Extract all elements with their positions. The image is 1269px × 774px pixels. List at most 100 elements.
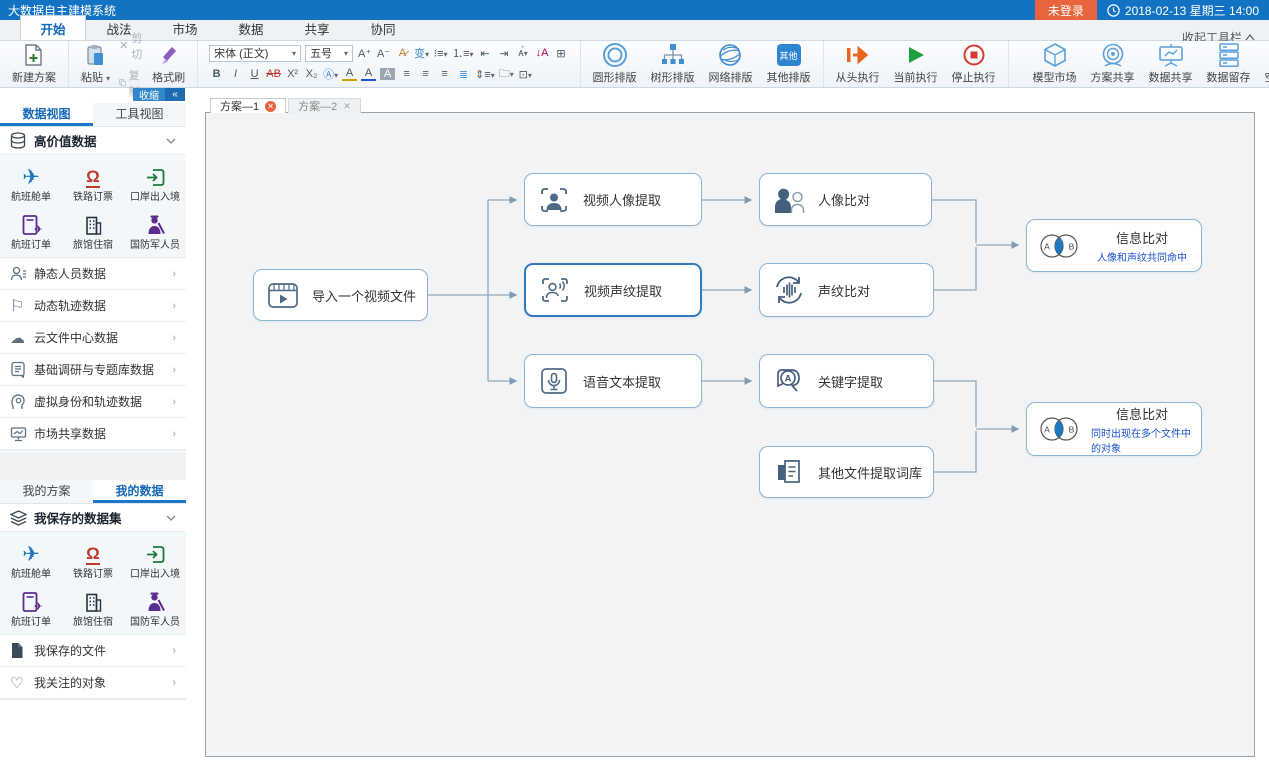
underline-button[interactable]: U	[247, 68, 262, 80]
tab-data-view[interactable]: 数据视图	[0, 103, 93, 126]
close-icon[interactable]: ✕	[343, 101, 351, 112]
indent-decrease-icon[interactable]: ⇤	[478, 47, 493, 60]
dataset-flight-order[interactable]: ✈航班订单	[0, 583, 62, 631]
subscript-button[interactable]: X₂	[304, 68, 319, 80]
tab-my-plans[interactable]: 我的方案	[0, 480, 93, 503]
model-market-button[interactable]: 模型市场	[1026, 42, 1084, 86]
dataset-military-personnel[interactable]: 国防军人员	[124, 583, 186, 631]
highlight-color-button[interactable]: A	[342, 67, 357, 81]
sidebar-panel-gap	[0, 452, 186, 480]
superscript-button[interactable]: X²	[285, 68, 300, 80]
format-painter-button[interactable]: 格式刷	[145, 42, 192, 86]
menu-tab-market[interactable]: 市场	[152, 15, 218, 40]
node-keyword-extract[interactable]: A 关键字提取	[759, 354, 934, 408]
paste-button[interactable]: 粘贴 ▾	[74, 42, 117, 86]
heart-icon: ♡	[10, 674, 23, 692]
menu-tab-collab[interactable]: 协同	[350, 15, 416, 40]
align-right-icon[interactable]: ≡	[437, 68, 452, 80]
menu-tab-data[interactable]: 数据	[218, 15, 284, 40]
node-video-voiceprint-extract[interactable]: 视频声纹提取	[524, 263, 702, 317]
section-high-value-data[interactable]: 高价值数据	[0, 127, 186, 155]
data-retention-button[interactable]: 数据留存	[1200, 42, 1258, 86]
indent-increase-icon[interactable]: ⇥	[497, 47, 512, 60]
text-effect-icon[interactable]: Ⓐ▾	[323, 66, 338, 82]
space-manage-button[interactable]: 空间管理	[1258, 42, 1269, 86]
list-item-dynamic-track-data[interactable]: ⚐ 动态轨迹数据›	[0, 290, 186, 322]
tree-layout-button[interactable]: 树形排版	[644, 42, 702, 86]
char-shade-icon[interactable]: A	[380, 68, 395, 80]
tab-my-data[interactable]: 我的数据	[93, 480, 186, 503]
list-item-my-saved-files[interactable]: 我保存的文件›	[0, 635, 186, 667]
list-item-survey-thematic-data[interactable]: 基础调研与专题库数据›	[0, 354, 186, 386]
node-import-video[interactable]: 导入一个视频文件	[253, 269, 428, 321]
dataset-hotel-stay[interactable]: 旅馆住宿	[62, 583, 124, 631]
line-spacing-icon[interactable]: ⇕≡▾	[475, 68, 495, 81]
stop-button[interactable]: 停止执行	[945, 42, 1003, 86]
dataset-military-personnel[interactable]: 国防军人员	[124, 206, 186, 254]
font-name-select[interactable]: 宋体 (正文)▾	[209, 45, 301, 62]
align-left-icon[interactable]: ≡	[399, 68, 414, 80]
flow-canvas[interactable]: 导入一个视频文件 视频人像提取 视频声纹提取 语音文本提取 人像比对 声纹比对 …	[205, 112, 1255, 757]
run-current-button[interactable]: 当前执行	[887, 42, 945, 86]
circle-layout-button[interactable]: 圆形排版	[586, 42, 644, 86]
node-info-compare-bottom[interactable]: AB 信息比对 同时出现在多个文件中的对象	[1026, 402, 1202, 456]
dataset-flight-manifest[interactable]: ✈航班舱单	[0, 535, 62, 583]
dataset-flight-manifest[interactable]: ✈航班舱单	[0, 158, 62, 206]
cut-button[interactable]: ✕剪切	[117, 29, 145, 63]
collapse-left-icon: «	[165, 88, 185, 101]
network-layout-button[interactable]: 网络排版	[702, 42, 760, 86]
section-my-saved-datasets[interactable]: 我保存的数据集	[0, 504, 186, 532]
font-size-select[interactable]: 五号▾	[305, 45, 353, 62]
list-item-cloud-file-data[interactable]: ☁ 云文件中心数据›	[0, 322, 186, 354]
dataset-border-entry[interactable]: 口岸出入境	[124, 535, 186, 583]
font-color-button[interactable]: A	[361, 67, 376, 81]
italic-button[interactable]: I	[228, 68, 243, 80]
node-face-compare[interactable]: 人像比对	[759, 173, 932, 226]
char-scale-icon[interactable]: ᴀ́▾	[516, 47, 531, 59]
network-layout-icon	[717, 42, 745, 68]
new-plan-button[interactable]: 新建方案	[5, 42, 63, 86]
list-item-virtual-identity-data[interactable]: 虚拟身份和轨迹数据›	[0, 386, 186, 418]
align-center-icon[interactable]: ≡	[418, 68, 433, 80]
menu-tab-share[interactable]: 共享	[284, 15, 350, 40]
list-item-static-person-data[interactable]: 静态人员数据›	[0, 258, 186, 290]
login-status-badge[interactable]: 未登录	[1035, 0, 1097, 20]
list-item-market-shared-data[interactable]: 市场共享数据›	[0, 418, 186, 450]
node-video-face-extract[interactable]: 视频人像提取	[524, 173, 702, 226]
sort-icon[interactable]: ↓A	[535, 47, 550, 59]
dataset-hotel-stay[interactable]: 旅馆住宿	[62, 206, 124, 254]
close-icon[interactable]: ✕	[265, 101, 276, 112]
border-icon[interactable]: ⊡▾	[518, 68, 533, 81]
font-increase-icon[interactable]: A⁺	[357, 47, 372, 60]
phonetic-icon[interactable]: 变▾	[414, 45, 429, 61]
dataset-rail-ticket[interactable]: Ω铁路订票	[62, 535, 124, 583]
number-list-icon[interactable]: ⒈≡▾	[452, 45, 473, 61]
dataset-rail-ticket[interactable]: Ω铁路订票	[62, 158, 124, 206]
align-justify-icon[interactable]: ≣	[456, 68, 471, 81]
node-info-compare-top[interactable]: AB 信息比对 人像和声纹共同命中	[1026, 219, 1202, 272]
strikethrough-button[interactable]: AB	[266, 68, 281, 80]
list-item-my-followed-objects[interactable]: ♡ 我关注的对象›	[0, 667, 186, 699]
node-voiceprint-compare[interactable]: 声纹比对	[759, 263, 934, 317]
para-mark-icon[interactable]: ⊞	[554, 47, 569, 60]
data-share-button[interactable]: 数据共享	[1142, 42, 1200, 86]
plan-share-button[interactable]: 方案共享	[1084, 42, 1142, 86]
clear-format-icon[interactable]: A̷	[395, 47, 410, 59]
node-speech-text-extract[interactable]: 语音文本提取	[524, 354, 702, 408]
run-from-start-button[interactable]: 从头执行	[829, 42, 887, 86]
dataset-stack-icon	[10, 510, 27, 526]
tab-tool-view[interactable]: 工具视图	[93, 103, 186, 126]
menu-tab-start[interactable]: 开始	[20, 15, 86, 40]
bullet-list-icon[interactable]: ⁝≡▾	[433, 47, 448, 60]
shading-icon[interactable]: 🗀▾	[499, 65, 514, 84]
other-layout-button[interactable]: 其他 其他排版	[760, 42, 818, 86]
bold-button[interactable]: B	[209, 68, 224, 80]
sidebar-collapse-button[interactable]: 收缩 «	[133, 88, 185, 101]
font-decrease-icon[interactable]: A⁻	[376, 47, 391, 60]
dataset-flight-order[interactable]: ✈航班订单	[0, 206, 62, 254]
doc-tab-plan-1[interactable]: 方案—1 ✕	[210, 98, 286, 113]
dataset-border-entry[interactable]: 口岸出入境	[124, 158, 186, 206]
node-other-files-lexicon[interactable]: 其他文件提取词库	[759, 446, 934, 498]
doc-tab-plan-2[interactable]: 方案—2 ✕	[288, 98, 361, 113]
face-compare-icon	[771, 185, 807, 215]
